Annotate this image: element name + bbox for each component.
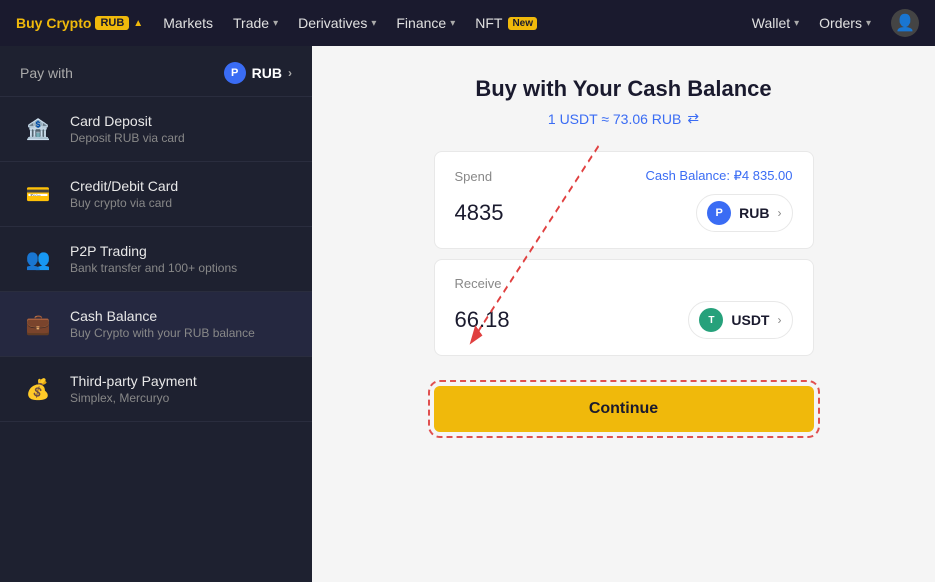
cash-balance-display: Cash Balance: ₽4 835.00 <box>645 168 792 184</box>
nft-nav[interactable]: NFT New <box>475 15 537 31</box>
sidebar-item-credit-card[interactable]: 💳 Credit/Debit Card Buy crypto via card <box>0 162 312 227</box>
credit-card-title: Credit/Debit Card <box>70 178 178 194</box>
buy-crypto-nav[interactable]: Buy Crypto RUB ▲ <box>16 15 143 31</box>
rub-currency-icon: P <box>224 62 246 84</box>
spend-card: Spend Cash Balance: ₽4 835.00 4835 P RUB… <box>434 151 814 249</box>
finance-dropdown-icon: ▾ <box>450 18 455 29</box>
third-party-title: Third-party Payment <box>70 373 197 389</box>
credit-card-subtitle: Buy crypto via card <box>70 196 178 210</box>
receive-currency-selector[interactable]: T USDT › <box>688 301 792 339</box>
sidebar-item-card-deposit[interactable]: 🏦 Card Deposit Deposit RUB via card <box>0 97 312 162</box>
user-icon: 👤 <box>895 13 915 33</box>
sidebar-item-third-party[interactable]: 💰 Third-party Payment Simplex, Mercuryo <box>0 357 312 422</box>
wallet-nav[interactable]: Wallet ▾ <box>752 15 799 31</box>
receive-label: Receive <box>455 276 502 291</box>
markets-nav[interactable]: Markets <box>163 15 213 31</box>
cash-balance-title: Cash Balance <box>70 308 255 324</box>
third-party-subtitle: Simplex, Mercuryo <box>70 391 197 405</box>
spend-amount[interactable]: 4835 <box>455 200 504 226</box>
sidebar-item-cash-balance[interactable]: 💼 Cash Balance Buy Crypto with your RUB … <box>0 292 312 357</box>
nav-up-arrow-icon: ▲ <box>133 18 143 29</box>
p2p-title: P2P Trading <box>70 243 237 259</box>
currency-dropdown-icon: › <box>288 66 292 80</box>
third-party-icon: 💰 <box>20 371 56 407</box>
derivatives-nav[interactable]: Derivatives ▾ <box>298 15 376 31</box>
receive-amount: 66.18 <box>455 307 510 333</box>
card-deposit-icon: 🏦 <box>20 111 56 147</box>
spend-input-row: 4835 P RUB › <box>455 194 793 232</box>
main-content: Buy with Your Cash Balance 1 USDT ≈ 73.0… <box>312 46 935 582</box>
buy-crypto-label: Buy Crypto <box>16 15 91 31</box>
user-avatar[interactable]: 👤 <box>891 9 919 37</box>
currency-label: RUB <box>252 65 282 81</box>
pay-with-header: Pay with P RUB › <box>0 46 312 97</box>
page-title: Buy with Your Cash Balance <box>475 76 771 102</box>
exchange-rate-text: 1 USDT ≈ 73.06 RUB <box>548 111 681 127</box>
p2p-icon: 👥 <box>20 241 56 277</box>
receive-card-header: Receive <box>455 276 793 291</box>
trade-nav[interactable]: Trade ▾ <box>233 15 278 31</box>
usdt-icon: T <box>699 308 723 332</box>
sidebar-item-p2p[interactable]: 👥 P2P Trading Bank transfer and 100+ opt… <box>0 227 312 292</box>
p2p-text: P2P Trading Bank transfer and 100+ optio… <box>70 243 237 275</box>
finance-nav[interactable]: Finance ▾ <box>396 15 455 31</box>
credit-card-text: Credit/Debit Card Buy crypto via card <box>70 178 178 210</box>
orders-dropdown-icon: ▾ <box>866 18 871 29</box>
credit-card-icon: 💳 <box>20 176 56 212</box>
nav-right: Wallet ▾ Orders ▾ 👤 <box>752 9 919 37</box>
receive-input-row: 66.18 T USDT › <box>455 301 793 339</box>
card-deposit-title: Card Deposit <box>70 113 185 129</box>
third-party-text: Third-party Payment Simplex, Mercuryo <box>70 373 197 405</box>
spend-currency-arrow-icon: › <box>778 206 782 220</box>
main-layout: Pay with P RUB › 🏦 Card Deposit Deposit … <box>0 46 935 582</box>
rub-badge: RUB <box>95 16 129 30</box>
navbar: Buy Crypto RUB ▲ Markets Trade ▾ Derivat… <box>0 0 935 46</box>
cash-balance-text: Cash Balance Buy Crypto with your RUB ba… <box>70 308 255 340</box>
receive-currency-name: USDT <box>731 312 769 328</box>
exchange-rate: 1 USDT ≈ 73.06 RUB ⇄ <box>548 110 699 127</box>
spend-card-header: Spend Cash Balance: ₽4 835.00 <box>455 168 793 184</box>
p2p-subtitle: Bank transfer and 100+ options <box>70 261 237 275</box>
sidebar: Pay with P RUB › 🏦 Card Deposit Deposit … <box>0 46 312 582</box>
cash-balance-icon: 💼 <box>20 306 56 342</box>
receive-currency-arrow-icon: › <box>778 313 782 327</box>
spend-currency-selector[interactable]: P RUB › <box>696 194 792 232</box>
orders-nav[interactable]: Orders ▾ <box>819 15 871 31</box>
spend-label: Spend <box>455 169 493 184</box>
card-deposit-text: Card Deposit Deposit RUB via card <box>70 113 185 145</box>
trade-dropdown-icon: ▾ <box>273 18 278 29</box>
continue-button[interactable]: Continue <box>434 386 814 432</box>
spend-currency-name: RUB <box>739 205 769 221</box>
cash-balance-subtitle: Buy Crypto with your RUB balance <box>70 326 255 340</box>
currency-selector-rub[interactable]: P RUB › <box>224 62 292 84</box>
wallet-dropdown-icon: ▾ <box>794 18 799 29</box>
card-deposit-subtitle: Deposit RUB via card <box>70 131 185 145</box>
nft-badge: New <box>508 17 537 30</box>
pay-with-label: Pay with <box>20 65 73 81</box>
derivatives-dropdown-icon: ▾ <box>371 18 376 29</box>
exchange-rate-icon: ⇄ <box>687 110 699 127</box>
rub-icon: P <box>707 201 731 225</box>
receive-card: Receive 66.18 T USDT › <box>434 259 814 356</box>
